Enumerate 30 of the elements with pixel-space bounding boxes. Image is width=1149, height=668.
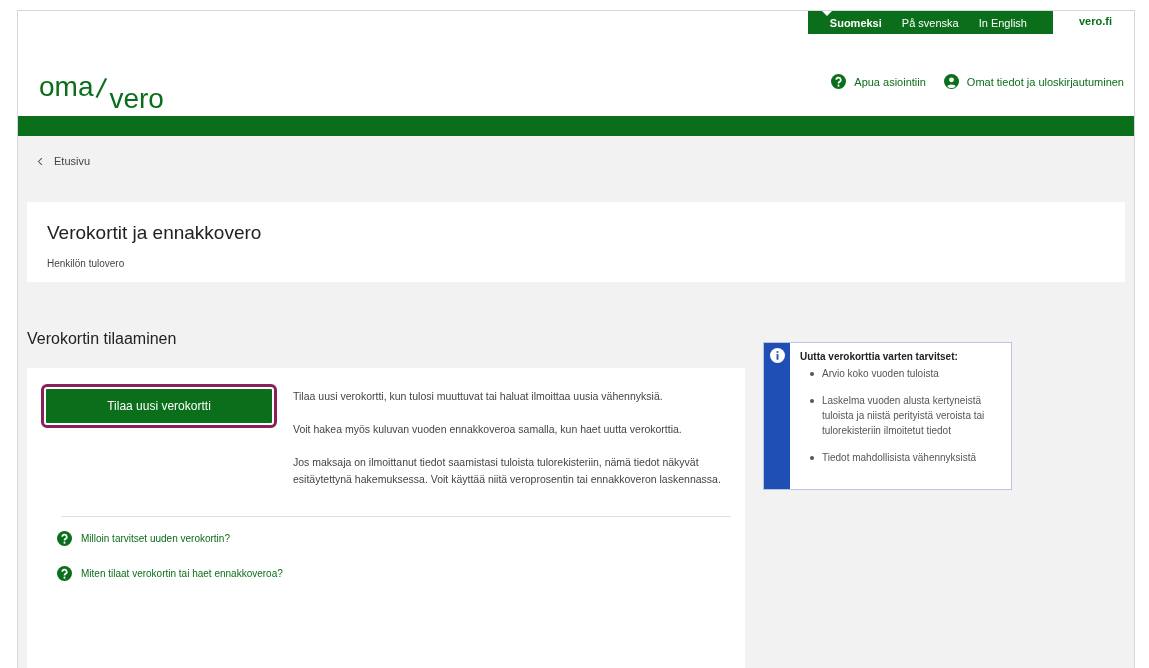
section-title: Verokortin tilaaminen [27,330,178,348]
help-icon [831,74,847,89]
list-item: Arvio koko vuoden tuloista [822,367,939,381]
language-link[interactable]: In English [978,16,1027,29]
back-link[interactable]: Etusivu [35,152,1125,170]
language-link[interactable]: Suomeksi [829,16,882,29]
help-icon [57,531,72,546]
info-title: Uutta verokorttia varten tarvitset: [800,351,959,362]
page-title: Verokortit ja ennakkovero [47,222,263,244]
page-subtitle: Henkilön tulovero [47,258,126,269]
help-link[interactable]: Milloin tarvitset uuden verokortin? [57,531,731,546]
list-item: Laskelma vuoden alusta kertyneistä tuloista ja niistä perityistä veroista tai tulorekisteriin ilmoitetut tiedot [822,394,986,438]
paragraph: Jos maksaja on ilmoittanut tiedot saamistasi tuloista tulorekisteriin, nämä tiedot näkyvät esitäytettynä hakemuksessa. Voit käyttää niitä veroprosentin tai ennakkoveron laskennassa. [293,455,722,487]
list-item: Tiedot mahdollisista vähennyksistä [822,451,977,465]
bullet-icon [810,456,814,460]
info-icon [769,348,785,363]
order-button[interactable]: Tilaa uusi verokortti [41,384,277,428]
bullet-icon [810,399,814,403]
logo-text: oma [39,73,94,101]
help-icon [57,566,72,581]
header-link[interactable]: Omat tiedot ja uloskirjautuminen [943,74,1124,89]
site-link[interactable]: vero.fi [1079,15,1112,27]
help-link[interactable]: Miten tilaat verokortin tai haet ennakkoveroa? [57,566,731,581]
user-icon [943,74,959,89]
paragraph: Voit hakea myös kuluvan vuoden ennakkoveroa samalla, kun haet uutta verokorttia. [293,422,683,437]
bullet-icon [810,372,814,376]
header-link[interactable]: Apua asiointiin [831,74,926,89]
language-link[interactable]: På svenska [901,16,959,29]
paragraph: Tilaa uusi verokortti, kun tulosi muuttuvat tai haluat ilmoittaa uusia vähennyksiä. [293,389,664,404]
logo-text: vero [109,85,164,113]
